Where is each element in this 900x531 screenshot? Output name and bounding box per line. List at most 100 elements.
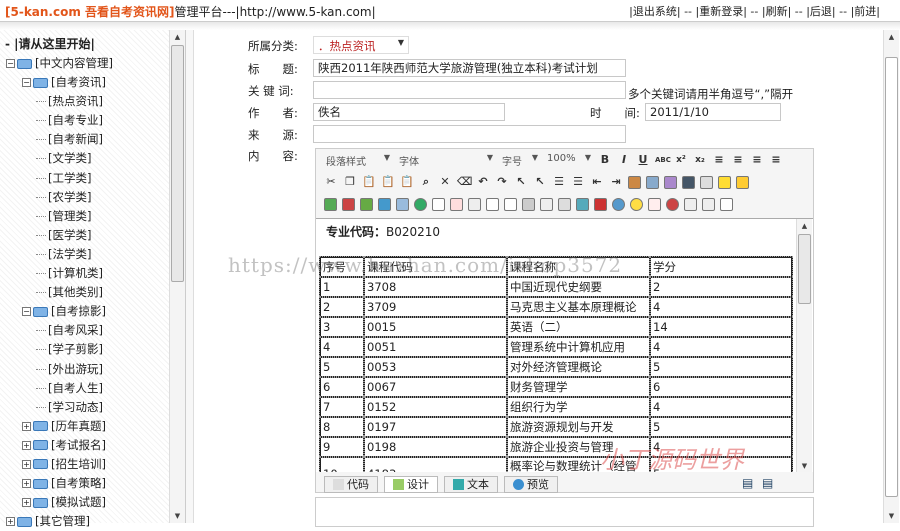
scroll-up-icon[interactable]: ▲ <box>884 30 899 44</box>
paste-word-icon[interactable]: 📋 <box>400 175 414 189</box>
expand-editor-icon[interactable]: ▤ <box>762 476 773 490</box>
marquee-icon[interactable] <box>540 197 553 211</box>
paste-icon[interactable]: 📋 <box>362 175 376 189</box>
text-color-icon[interactable] <box>628 175 641 189</box>
border-color-icon[interactable] <box>682 175 695 189</box>
link-icon[interactable] <box>558 197 571 211</box>
sidebar-item[interactable]: + [自考策略] <box>6 474 166 493</box>
sidebar-item[interactable]: [学子剪影] <box>6 340 166 359</box>
subscript-icon[interactable]: x₂ <box>693 153 707 167</box>
sidebar-item[interactable]: [自考人生] <box>6 379 166 398</box>
sidebar-item[interactable]: [法学类] <box>6 245 166 264</box>
align-left-icon[interactable]: ≡ <box>712 153 726 167</box>
relogin-link[interactable]: -- |重新登录| <box>684 5 747 18</box>
sidebar-item[interactable]: [热点资讯] <box>6 92 166 111</box>
outdent-icon[interactable]: ⇤ <box>590 175 604 189</box>
underline-icon[interactable]: U <box>636 153 650 167</box>
sidebar-item[interactable]: [工学类] <box>6 169 166 188</box>
paragraph-style-select[interactable]: 段落样式 ▼ <box>324 153 392 168</box>
table-icon[interactable] <box>432 197 445 211</box>
keywords-input[interactable] <box>313 81 626 99</box>
source-input[interactable] <box>313 125 626 143</box>
frame-splitter[interactable] <box>186 30 194 523</box>
collapse-icon[interactable]: − <box>22 307 31 317</box>
expand-icon[interactable]: + <box>22 479 31 489</box>
scroll-up-icon[interactable]: ▲ <box>797 219 812 233</box>
fullscreen-icon[interactable] <box>702 197 715 211</box>
sidebar-item[interactable]: − [自考资讯] <box>6 73 166 92</box>
unlink-icon[interactable] <box>594 197 607 211</box>
italic-icon[interactable]: I <box>617 153 631 167</box>
sidebar-item[interactable]: [农学类] <box>6 188 166 207</box>
sidebar-item[interactable]: [医学类] <box>6 226 166 245</box>
template-icon[interactable] <box>504 197 517 211</box>
upload-icon[interactable] <box>378 197 391 211</box>
sidebar-item[interactable]: [其他类别] <box>6 283 166 302</box>
scroll-down-icon[interactable]: ▼ <box>884 509 899 523</box>
expand-icon[interactable]: + <box>6 517 15 527</box>
main-scrollbar[interactable]: ▲ ▼ <box>883 30 899 523</box>
scroll-down-icon[interactable]: ▼ <box>170 509 185 523</box>
author-input[interactable]: 佚名 <box>313 103 505 121</box>
select-all-icon[interactable]: ↖ <box>533 175 547 189</box>
layer-icon[interactable] <box>718 175 731 189</box>
expand-icon[interactable]: + <box>22 440 31 450</box>
zoom-select[interactable]: 100% ▼ <box>545 153 593 168</box>
date-icon[interactable] <box>648 197 661 211</box>
shrink-editor-icon[interactable]: ▤ <box>742 476 753 490</box>
table-cell-icon[interactable] <box>468 197 481 211</box>
category-select[interactable]: ．热点资讯 ▼ <box>313 36 409 54</box>
justify-icon[interactable]: ≡ <box>769 153 783 167</box>
page-break-icon[interactable] <box>684 197 697 211</box>
logout-link[interactable]: |退出系统| <box>629 5 680 18</box>
form-icon[interactable] <box>486 197 499 211</box>
web-icon[interactable] <box>414 197 427 211</box>
file-icon[interactable] <box>396 197 409 211</box>
sidebar-item[interactable]: [自考专业] <box>6 111 166 130</box>
back-link[interactable]: -- |后退| <box>795 5 836 18</box>
cut-icon[interactable]: ✂ <box>324 175 338 189</box>
mode-tab-code[interactable]: 代码 <box>324 475 378 493</box>
sidebar-item[interactable]: + [历年真题] <box>6 417 166 436</box>
copy-icon[interactable]: ❐ <box>343 175 357 189</box>
highlight-color-icon[interactable] <box>646 175 659 189</box>
delete-icon[interactable]: ✕ <box>438 175 452 189</box>
redo-icon[interactable]: ↷ <box>495 175 509 189</box>
forward-link[interactable]: -- |前进| <box>839 5 880 18</box>
mode-tab-text[interactable]: 文本 <box>444 475 498 493</box>
sidebar-item[interactable]: + [其它管理] <box>6 512 166 531</box>
paste-text-icon[interactable]: 📋 <box>381 175 395 189</box>
expand-icon[interactable]: + <box>22 459 31 469</box>
mode-tab-preview[interactable]: 预览 <box>504 475 558 493</box>
unordered-list-icon[interactable]: ☰ <box>571 175 585 189</box>
font-select[interactable]: 字体 ▼ <box>397 153 495 168</box>
refresh-link[interactable]: -- |刷新| <box>750 5 791 18</box>
undo-icon[interactable]: ↶ <box>476 175 490 189</box>
scroll-thumb[interactable] <box>171 45 184 282</box>
sidebar-item[interactable]: [自考风采] <box>6 321 166 340</box>
flash-icon[interactable] <box>342 197 355 211</box>
help-icon[interactable] <box>720 197 733 211</box>
sidebar-item[interactable]: + [招生培训] <box>6 455 166 474</box>
sidebar-item[interactable]: [计算机类] <box>6 264 166 283</box>
title-input[interactable]: 陕西2011年陕西师范大学旅游管理(独立本科)考试计划 <box>313 59 626 77</box>
scroll-thumb[interactable] <box>798 234 811 304</box>
sidebar-item[interactable]: [外出游玩] <box>6 360 166 379</box>
find-icon[interactable]: ⌕ <box>419 175 433 189</box>
align-right-icon[interactable]: ≡ <box>750 153 764 167</box>
horizontal-rule-icon[interactable] <box>522 197 535 211</box>
mode-tab-design[interactable]: 设计 <box>384 475 438 493</box>
anchor-icon[interactable] <box>576 197 589 211</box>
scroll-down-icon[interactable]: ▼ <box>797 459 812 472</box>
bg-color-icon[interactable] <box>664 175 677 189</box>
time-input[interactable]: 2011/1/10 <box>645 103 781 121</box>
scroll-thumb[interactable] <box>885 57 898 497</box>
eraser-icon[interactable]: ⌫ <box>457 175 473 189</box>
sidebar-item[interactable]: [管理类] <box>6 207 166 226</box>
sidebar-item[interactable]: [文学类] <box>6 149 166 168</box>
layer2-icon[interactable] <box>736 175 749 189</box>
bold-icon[interactable]: B <box>598 153 612 167</box>
sidebar-item[interactable]: [自考新闻] <box>6 130 166 149</box>
sidebar-item[interactable]: + [模拟试题] <box>6 493 166 512</box>
special-char-icon[interactable] <box>612 197 625 211</box>
